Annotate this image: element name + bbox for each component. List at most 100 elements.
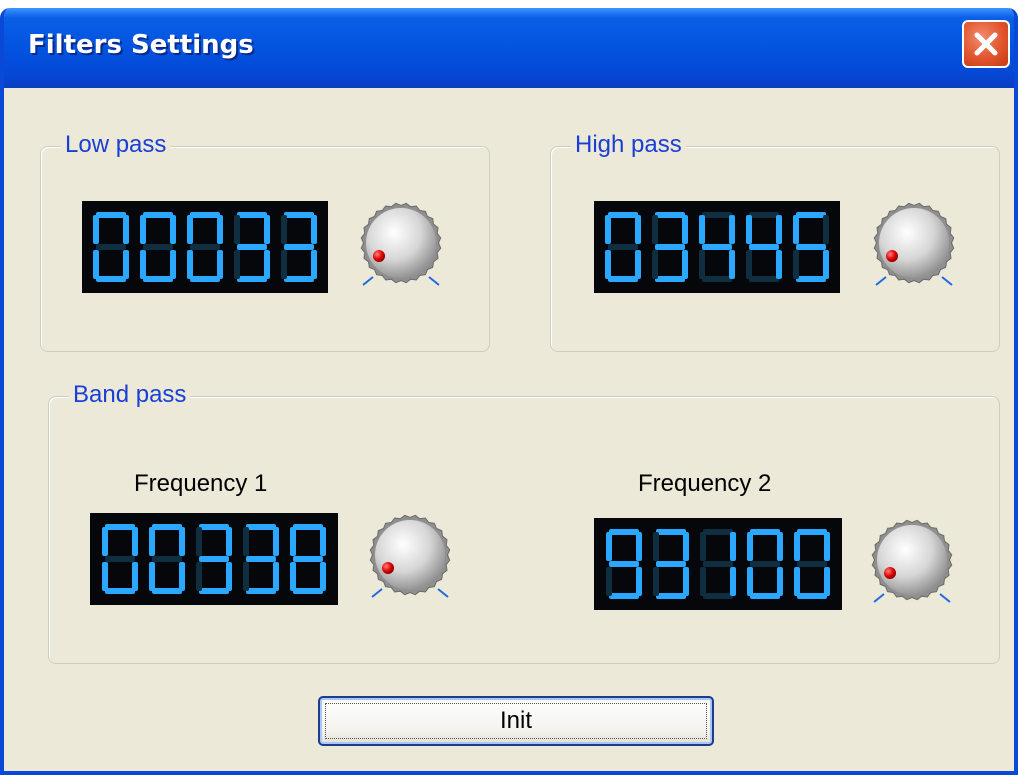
lcd-segment: [748, 276, 779, 282]
title-bar[interactable]: Filters Settings: [4, 8, 1014, 88]
lcd-segment: [273, 527, 280, 556]
lcd-segment: [635, 532, 642, 561]
lcd-segment: [747, 567, 754, 596]
lcd-segment: [701, 276, 732, 282]
lcd-segment: [728, 250, 735, 279]
frequency-1-display: [90, 513, 338, 605]
frequency-2-label: Frequency 2: [638, 470, 772, 497]
lcd-segment: [652, 532, 659, 561]
frequency-1-label: Frequency 1: [134, 470, 268, 497]
lcd-segment: [699, 532, 706, 561]
lcd-digit: [605, 212, 642, 282]
lcd-segment: [280, 215, 287, 244]
lcd-segment: [310, 215, 317, 244]
lcd-segment: [655, 593, 686, 599]
lcd-segment: [233, 215, 240, 244]
rotary-knob-icon: [360, 202, 442, 286]
lcd-digit: [243, 524, 280, 594]
lcd-segment: [320, 527, 327, 556]
frequency-1-knob[interactable]: [364, 513, 464, 603]
lcd-segment: [236, 276, 267, 282]
lcd-segment: [93, 215, 100, 244]
lcd-digit: [747, 529, 784, 599]
lcd-segment: [143, 276, 174, 282]
lcd-segment: [236, 244, 267, 250]
high-pass-knob[interactable]: [868, 201, 968, 291]
lcd-segment: [608, 593, 639, 599]
lcd-segment: [605, 567, 612, 596]
high-pass-display: [594, 201, 840, 293]
lcd-segment: [310, 250, 317, 279]
filters-settings-window: Filters Settings Low pass High pass Band…: [0, 8, 1018, 775]
lcd-segment: [178, 527, 185, 556]
lcd-digit: [233, 212, 270, 282]
lcd-segment: [702, 561, 733, 567]
lcd-segment: [748, 244, 779, 250]
lcd-segment: [225, 527, 232, 556]
lcd-segment: [750, 561, 781, 567]
frequency-2-knob[interactable]: [866, 518, 966, 608]
lcd-segment: [225, 562, 232, 591]
lcd-digit: [794, 529, 831, 599]
lcd-segment: [635, 250, 642, 279]
lcd-segment: [608, 244, 639, 250]
lcd-segment: [635, 567, 642, 596]
lcd-segment: [655, 212, 686, 218]
lcd-segment: [750, 593, 781, 599]
lcd-segment: [745, 215, 752, 244]
lcd-segment: [748, 212, 779, 218]
lcd-digit: [698, 212, 735, 282]
lcd-segment: [797, 561, 828, 567]
lcd-segment: [151, 588, 182, 594]
lcd-segment: [216, 215, 223, 244]
lcd-segment: [682, 250, 689, 279]
lcd-segment: [243, 527, 250, 556]
lcd-segment: [794, 567, 801, 596]
rotary-knob-icon: [873, 202, 955, 286]
lcd-segment: [822, 215, 829, 244]
lcd-segment: [777, 567, 784, 596]
lcd-segment: [189, 244, 220, 250]
init-button[interactable]: Init: [318, 696, 714, 746]
lcd-segment: [283, 244, 314, 250]
lcd-segment: [320, 562, 327, 591]
lcd-segment: [246, 556, 277, 562]
lcd-segment: [283, 276, 314, 282]
lcd-segment: [605, 250, 612, 279]
lcd-segment: [747, 532, 754, 561]
lcd-segment: [123, 250, 130, 279]
lcd-segment: [170, 215, 177, 244]
lcd-segment: [151, 556, 182, 562]
lcd-segment: [655, 276, 686, 282]
lcd-segment: [655, 529, 686, 535]
lcd-segment: [608, 276, 639, 282]
lcd-segment: [143, 244, 174, 250]
lcd-segment: [96, 276, 127, 282]
lcd-segment: [701, 212, 732, 218]
lcd-segment: [198, 524, 229, 530]
lcd-digit: [140, 212, 177, 282]
lcd-digit: [280, 212, 317, 282]
rotary-knob-icon: [871, 519, 953, 603]
lcd-segment: [777, 532, 784, 561]
lcd-segment: [293, 588, 324, 594]
lcd-digit: [101, 524, 138, 594]
lcd-digit: [745, 212, 782, 282]
close-icon: [974, 32, 998, 56]
lcd-digit: [699, 529, 736, 599]
lcd-digit: [148, 524, 185, 594]
lcd-segment: [189, 276, 220, 282]
low-pass-knob[interactable]: [355, 201, 455, 291]
lcd-digit: [195, 524, 232, 594]
lcd-segment: [143, 212, 174, 218]
high-pass-label: High pass: [571, 131, 686, 159]
dialog-client-area: Low pass High pass Band pass Frequency 1…: [4, 88, 1014, 771]
lcd-segment: [195, 527, 202, 556]
lcd-segment: [652, 215, 659, 244]
lcd-segment: [186, 215, 193, 244]
close-button[interactable]: [962, 20, 1010, 68]
lcd-segment: [140, 215, 147, 244]
lcd-segment: [273, 562, 280, 591]
lcd-segment: [290, 527, 297, 556]
lcd-segment: [290, 562, 297, 591]
